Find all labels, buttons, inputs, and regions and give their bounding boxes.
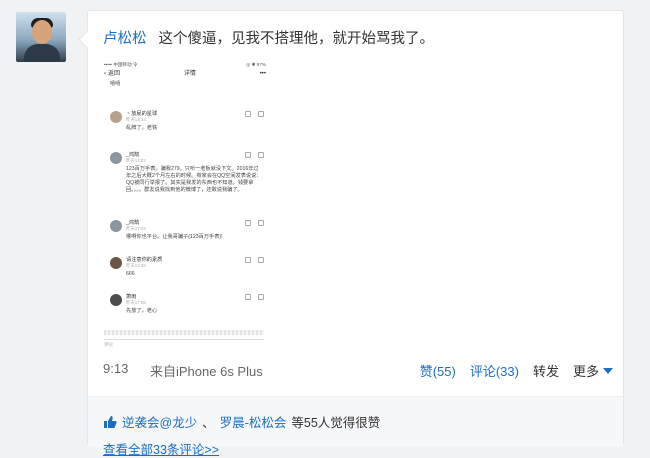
commenter-avatar [110,220,122,232]
liker-link[interactable]: 罗晨-松松会 [220,412,287,431]
comment-time: 昨天17:00 [126,300,146,305]
like-icon [258,152,264,158]
comment-icons [245,257,264,263]
status-left: ••••• 中国移动 令 [104,62,138,67]
screenshot-divider [104,330,264,335]
screenshot-top-text: 嘻嘻 [110,81,121,87]
comment-time: 昨天14:02 [126,158,146,163]
comment-time: 昨天13:48 [126,263,146,268]
likes-section: 逆袭会@龙少 、 罗晨-松松会 等55人觉得很赞 查看全部33条评论>> [88,396,623,457]
likes-suffix: 等55人觉得很赞 [291,416,381,430]
thumbs-up-icon [103,415,117,429]
comment-time: 昨天13:34 [126,117,146,122]
more-dots-icon: ••• [259,70,266,77]
liker-link[interactable]: 逆袭会@龙少 [122,412,197,431]
comment-button[interactable]: 评论(33) [470,361,519,380]
comment-text: 哪啊你也平台。让我哥骗子(123百万手表)! [126,234,223,240]
avatar-body [24,44,60,62]
like-icon [258,220,264,226]
repost-button[interactable]: 转发 [533,361,559,380]
post-card: 卢松松 这个傻逼，见我不搭理他，就开始骂我了。 ••••• 中国移动 令 ◎ ✱ … [78,10,624,457]
commenter-avatar [110,152,122,164]
like-icon [258,111,264,117]
post-actions: 赞(55) 评论(33) 转发 更多 [420,361,613,380]
more-button[interactable]: 更多 [573,361,613,380]
comment-text: 乱牌了。老铁 [126,125,158,131]
attached-screenshot[interactable]: ••••• 中国移动 令 ◎ ✱ 97% ‹ 返回 详情 ••• 嘻嘻 丶放屁的星… [100,60,270,357]
reply-icon [245,220,251,226]
post-source: 来自iPhone 6s Plus [150,364,263,379]
caret-down-icon [603,368,613,374]
avatar-face [32,20,52,44]
reply-icon [245,257,251,263]
phone-nav-bar: ‹ 返回 详情 ••• [104,69,266,79]
commenter-avatar [110,257,122,269]
card-pointer [78,30,97,49]
comment-text: 先放了，老心 [126,308,158,314]
comment-icons [245,152,264,158]
phone-status-bar: ••••• 中国移动 令 ◎ ✱ 97% [104,62,266,68]
comment-icons [245,294,264,300]
commenter-avatar [110,111,122,123]
post-header: 卢松松 这个傻逼，见我不搭理他，就开始骂我了。 [103,27,434,48]
reply-icon [245,152,251,158]
nav-title: 详情 [183,70,196,77]
likes-separator: 、 [202,416,215,430]
author-name-link[interactable]: 卢松松 [103,31,147,47]
commenter-avatar [110,294,122,306]
chevron-left-icon: ‹ [104,70,106,77]
like-button[interactable]: 赞(55) [420,361,456,380]
comment-icons [245,220,264,226]
comment-icons [245,111,264,117]
status-right: ◎ ✱ 97% [246,62,266,67]
back-button: ‹ 返回 [104,70,120,78]
post-time-link[interactable]: 9:13 [103,361,128,376]
reply-icon [245,111,251,117]
more-label: 更多 [572,364,599,379]
likes-line: 逆袭会@龙少 、 罗晨-松松会 等55人觉得很赞 [103,412,380,431]
post-text: 这个傻逼，见我不搭理他，就开始骂我了。 [158,31,435,47]
comment-time: 昨天17:04 [126,226,146,231]
like-icon [258,257,264,263]
back-label: 返回 [108,70,121,77]
reply-icon [245,294,251,300]
screenshot-comment-input: 评论 [104,339,264,349]
comment-text: 123百万手表。骗我279。只听一老板就没下文。2016年过年之后大概2个月左右… [126,166,262,194]
like-icon [258,294,264,300]
view-all-comments-link[interactable]: 查看全部33条评论>> [103,439,219,458]
comment-text: 666 [126,271,135,277]
author-avatar[interactable] [16,12,66,62]
